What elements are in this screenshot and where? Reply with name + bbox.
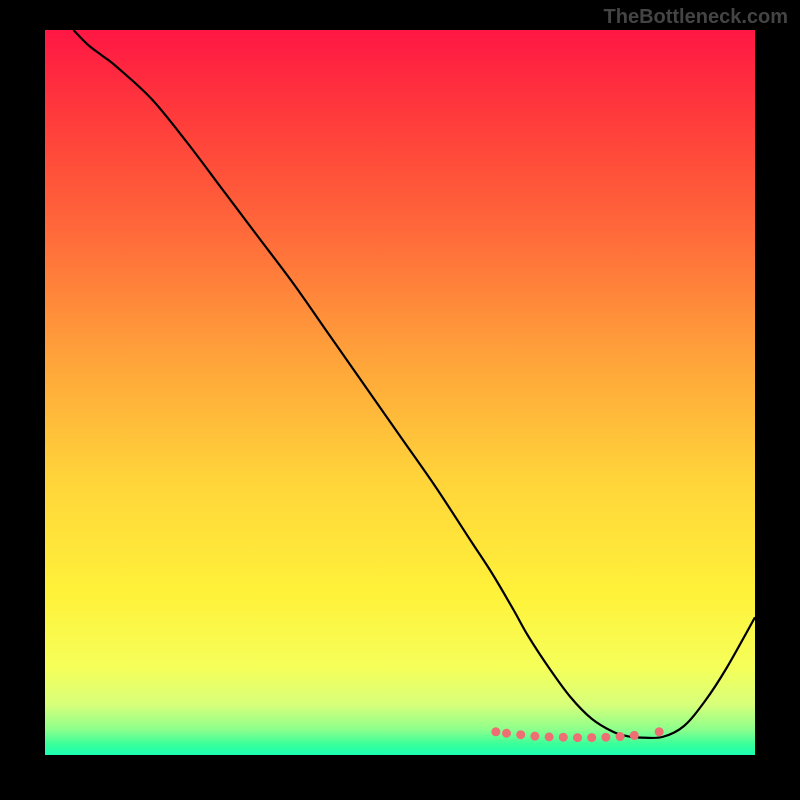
- bottleneck-curve: [73, 30, 755, 738]
- optimal-range-marker: [630, 731, 639, 740]
- optimal-range-marker: [502, 729, 511, 738]
- optimal-range-markers: [491, 727, 663, 742]
- plot-area: [45, 30, 755, 755]
- chart-frame: [45, 30, 755, 755]
- optimal-range-marker: [601, 733, 610, 742]
- optimal-range-marker: [573, 733, 582, 742]
- optimal-range-marker: [545, 732, 554, 741]
- optimal-range-marker: [587, 733, 596, 742]
- curve-layer: [45, 30, 755, 755]
- optimal-range-marker: [491, 727, 500, 736]
- optimal-range-marker: [516, 730, 525, 739]
- optimal-range-marker: [559, 733, 568, 742]
- attribution-text: TheBottleneck.com: [604, 6, 788, 29]
- optimal-range-marker: [530, 732, 539, 741]
- optimal-range-marker: [655, 727, 664, 736]
- optimal-range-marker: [616, 732, 625, 741]
